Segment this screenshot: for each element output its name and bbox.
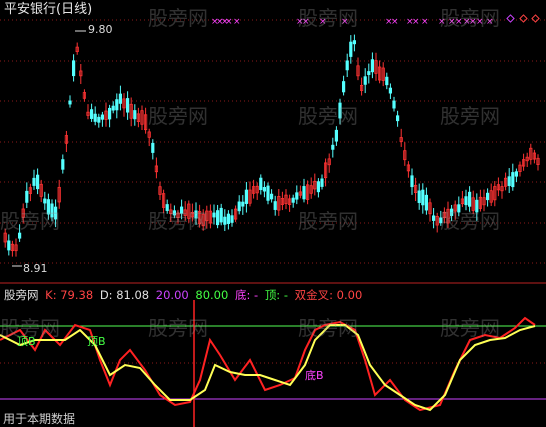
candle-body (395, 115, 400, 122)
watermark: 股旁网 (298, 209, 358, 233)
watermark: 股旁网 (440, 104, 500, 128)
candle-body (273, 201, 277, 210)
candle-body (331, 144, 335, 150)
candle-body (100, 114, 104, 120)
price-high-label: 9.80 (88, 23, 113, 36)
candle-body (259, 177, 263, 191)
candle-body (266, 185, 270, 201)
candle-body (410, 175, 414, 188)
signal-cross-icon: × (412, 17, 420, 27)
candle-body (349, 41, 353, 57)
watermark: 股旁网 (0, 209, 60, 233)
signal-cross-icon: × (225, 17, 233, 27)
candle-body (226, 213, 230, 224)
diamond-marker-icon (506, 14, 515, 23)
candle-body (431, 215, 436, 221)
candle-body (32, 177, 36, 186)
d-value: D: 81.08 (99, 288, 150, 302)
candle-body (507, 176, 511, 186)
watermark: 股旁网 (440, 209, 500, 233)
candle-body (241, 201, 245, 207)
watermark: 股旁网 (148, 6, 208, 30)
candle-body (485, 192, 490, 201)
candle-body (345, 60, 349, 71)
signal-cross-icon: × (391, 17, 399, 27)
upper-level-value: 80.00 (195, 288, 229, 302)
candle-body (370, 59, 375, 73)
candle-body (223, 216, 227, 225)
candle-body (25, 190, 29, 203)
top-b-marker: 顶B (87, 335, 106, 348)
candle-body (295, 192, 299, 200)
candle-body (385, 76, 389, 86)
watermark: 股旁网 (298, 316, 358, 340)
candle-body (262, 187, 267, 192)
candle-body (392, 100, 396, 109)
bottom-signal: 底: - (234, 288, 259, 302)
k-value: K: 79.38 (45, 288, 94, 302)
candle-body (126, 98, 130, 113)
candle-body (316, 181, 321, 193)
watermark: 股旁网 (148, 209, 208, 233)
candle-body (72, 60, 76, 77)
candle-body (61, 159, 65, 170)
candle-body (90, 109, 94, 119)
candle-body (118, 93, 122, 104)
candle-body (237, 201, 241, 212)
candle-body (43, 198, 47, 204)
candle-body (421, 189, 425, 206)
candle-body (219, 207, 223, 223)
candle-body (244, 189, 248, 204)
indicator-source: 股旁网 (4, 288, 39, 302)
lower-level-value: 20.00 (155, 288, 189, 302)
watermark: 股旁网 (440, 6, 500, 30)
candle-body (68, 100, 72, 105)
candle-body (108, 107, 112, 120)
candle-body (133, 110, 137, 120)
candle-body (93, 113, 97, 122)
candle-body (269, 193, 274, 200)
candle-body (97, 116, 101, 123)
candle-body (215, 210, 220, 226)
candle-body (511, 172, 515, 188)
price-low-label: 8.91 (23, 262, 48, 275)
signal-cross-icon: × (233, 17, 241, 27)
candle-body (363, 76, 367, 85)
candle-body (291, 197, 295, 203)
watermark: 股旁网 (148, 316, 208, 340)
chart-title: 平安银行(日线) (4, 2, 93, 17)
candle-body (367, 71, 371, 75)
candle-body (417, 190, 421, 203)
candle-body (7, 240, 11, 251)
diamond-marker-icon (519, 14, 528, 23)
top-b-marker: 顶B (17, 335, 36, 348)
top-signal: 顶: - (264, 288, 288, 302)
candle-body (111, 105, 115, 111)
candle-body (115, 99, 119, 111)
indicator-legend: 股旁网 K: 79.38 D: 81.08 20.00 80.00 底: - 顶… (4, 287, 365, 303)
watermark: 股旁网 (298, 6, 358, 30)
footer-note: 用于本期数据 (3, 412, 76, 426)
double-golden-cross: 双金叉: 0.00 (294, 288, 363, 302)
candle-body (302, 186, 306, 200)
signal-cross-icon: × (421, 17, 429, 27)
candle-body (320, 178, 324, 187)
candle-body (151, 142, 155, 153)
candle-body (352, 40, 357, 45)
candle-body (464, 196, 468, 206)
diamond-marker-icon (531, 14, 540, 23)
candle-body (341, 81, 346, 93)
candle-body (424, 194, 429, 211)
candle-body (514, 171, 519, 177)
watermark: 股旁网 (148, 104, 208, 128)
candle-body (36, 174, 40, 190)
watermark: 股旁网 (298, 104, 358, 128)
candle-body (212, 212, 216, 218)
candle-body (388, 87, 393, 94)
candle-body (230, 215, 234, 223)
candle-body (334, 129, 339, 142)
bottom-b-marker: 底B (305, 369, 324, 382)
watermark: 股旁网 (440, 316, 500, 340)
